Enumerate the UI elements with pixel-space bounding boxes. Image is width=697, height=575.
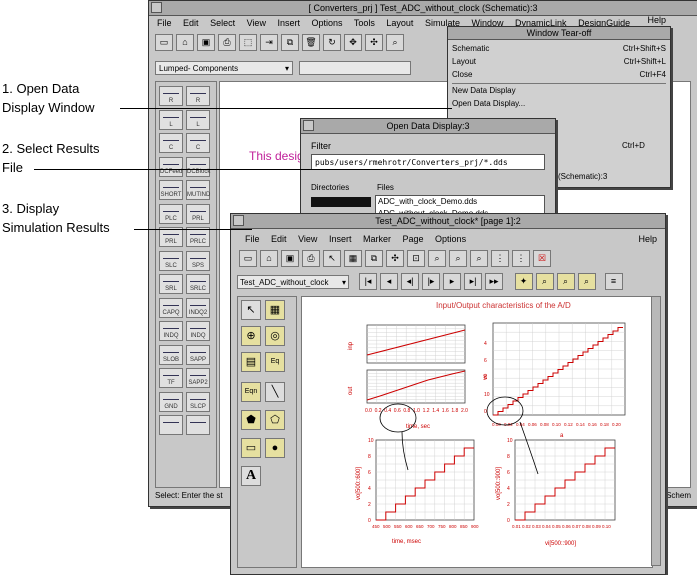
x-tick-label: 0.09 [592,524,601,529]
x-tick-label: 0.06 [562,524,571,529]
y-tick-label: 6 [368,470,371,476]
x-tick-label: 450 [372,524,380,529]
x-tick-label: 1.4 [432,408,439,414]
y-tick-label: 6 [484,358,487,364]
x-tick-label: 0.14 [576,422,585,427]
x-tick-label: 0.08 [540,422,549,427]
y-tick-label: 4 [484,341,487,347]
right-top-xlabel: a [560,433,564,439]
x-tick-label: 0.08 [582,524,591,529]
x-tick-label: 0.04 [542,524,551,529]
x-tick-label: 800 [449,524,457,529]
inp-axis-label: inp [348,341,354,350]
out-axis-label: out [348,386,354,395]
step1-label-line1: 1. Open Data [2,81,80,96]
y-tick-label: 0 [507,518,510,524]
step1-label-line2: Display Window [2,100,95,115]
x-tick-label: 0.05 [552,524,561,529]
x-tick-label: 2.0 [461,408,468,414]
x-tick-label: 850 [460,524,468,529]
x-tick-label: 0.0 [365,408,372,414]
x-tick-label: 0.6 [394,408,401,414]
x-tick-label: 0.06 [528,422,537,427]
y-tick-label: 0 [368,518,371,524]
y-tick-label: 10 [484,392,490,398]
step2-leader [34,169,498,170]
bottom-left-xlabel: time, msec [392,539,421,545]
x-tick-label: 700 [427,524,435,529]
y-tick-label: 10 [507,438,513,444]
bottom-right-xlabel: vi[500::900] [545,541,576,547]
y-tick-label: 4 [368,486,371,492]
x-tick-label: 0.16 [588,422,597,427]
bottom-left-ylabel: vo[500::600] [356,467,362,500]
x-tick-label: 0.07 [572,524,581,529]
y-tick-label: 4 [507,486,510,492]
x-tick-label: 1.2 [423,408,430,414]
step3-leader [134,229,252,230]
step2-label-line1: 2. Select Results [2,141,100,156]
x-tick-label: 1.6 [442,408,449,414]
y-tick-label: 2 [368,502,371,508]
bottom-right-ylabel: vo[500::900] [496,467,502,500]
y-tick-label: 8 [368,454,371,460]
x-tick-label: 750 [438,524,446,529]
step1-leader [120,108,452,109]
x-tick-label: 650 [416,524,424,529]
y-tick-label: 8 [507,454,510,460]
x-tick-label: 0.10 [552,422,561,427]
right-top-ylabel: vo [483,373,489,380]
plots-layer: inpout0.0 0.2 0.4 0.6 0.8 1.0 1.2 1.4 1.6 1.8 2.0t… [348,322,626,547]
step3-label-line1: 3. Display [2,201,60,216]
y-tick-label: 2 [507,502,510,508]
x-tick-label: 1.8 [451,408,458,414]
x-tick-label: 500 [383,524,391,529]
y-tick-label: 10 [368,438,374,444]
x-tick-label: 0.02 [522,524,531,529]
x-tick-label: 0.8 [403,408,410,414]
y-tick-label: 6 [507,470,510,476]
x-tick-label: 0.01 [512,524,521,529]
x-tick-label: 600 [405,524,413,529]
x-tick-label: 0.4 [384,408,391,414]
x-tick-label: 900 [471,524,479,529]
x-tick-label: 0.10 [602,524,611,529]
x-tick-label: 0.18 [600,422,609,427]
x-tick-label: 550 [394,524,402,529]
step3-label-line2: Simulation Results [2,220,110,235]
x-tick-label: 0.20 [612,422,621,427]
y-tick-label: 0 [484,409,487,415]
x-tick-label: 0.03 [532,524,541,529]
step2-label-line2: File [2,160,23,175]
x-tick-label: 0.12 [564,422,573,427]
